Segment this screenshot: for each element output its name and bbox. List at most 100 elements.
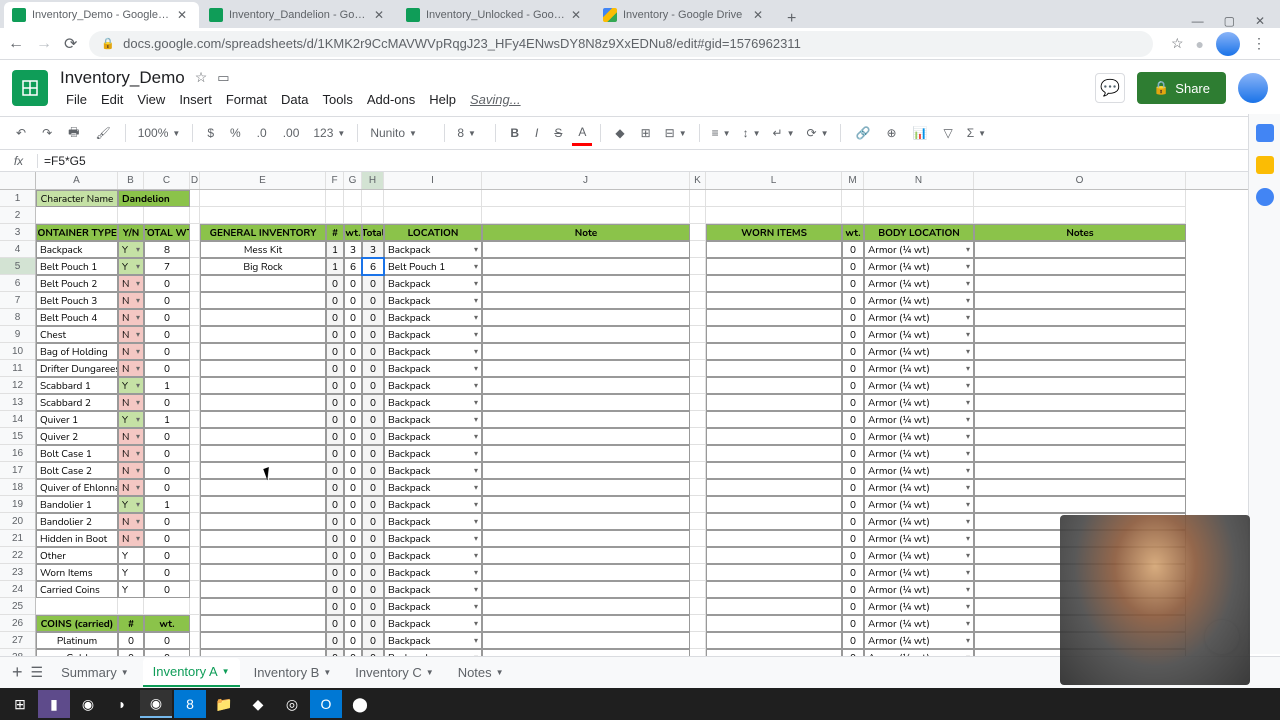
- cell[interactable]: 0: [344, 445, 362, 462]
- profile-avatar-icon[interactable]: [1216, 32, 1240, 56]
- row-header[interactable]: 24: [0, 581, 35, 598]
- cell[interactable]: 0: [326, 496, 344, 513]
- menu-tools[interactable]: Tools: [316, 90, 358, 109]
- percent-button[interactable]: %: [224, 122, 247, 144]
- cell[interactable]: Bolt Case 1: [36, 445, 118, 462]
- cell[interactable]: [200, 564, 326, 581]
- row-header[interactable]: 1: [0, 190, 35, 207]
- cell[interactable]: 0: [842, 513, 864, 530]
- cell[interactable]: 0: [362, 411, 384, 428]
- cell[interactable]: 0: [326, 292, 344, 309]
- outlook-icon[interactable]: O: [310, 690, 342, 718]
- cell[interactable]: LOCATION: [384, 224, 482, 241]
- cell[interactable]: [482, 581, 690, 598]
- cell[interactable]: 7: [144, 258, 190, 275]
- row-header[interactable]: 6: [0, 275, 35, 292]
- more-formats-button[interactable]: 123▼: [309, 124, 349, 142]
- cell[interactable]: [190, 360, 200, 377]
- row-header[interactable]: 8: [0, 309, 35, 326]
- cell[interactable]: Armor (¼ wt): [864, 581, 974, 598]
- cell[interactable]: [690, 411, 706, 428]
- fill-color-button[interactable]: ◆: [609, 122, 630, 144]
- cell[interactable]: [690, 462, 706, 479]
- cell[interactable]: [864, 207, 974, 224]
- cell[interactable]: [190, 513, 200, 530]
- cell[interactable]: 0: [144, 479, 190, 496]
- cell[interactable]: Bag of Holding: [36, 343, 118, 360]
- select-all-corner[interactable]: [0, 172, 36, 189]
- functions-button[interactable]: Σ▼: [963, 124, 990, 142]
- cell[interactable]: [482, 309, 690, 326]
- cell[interactable]: 0: [344, 564, 362, 581]
- cell[interactable]: [974, 207, 1186, 224]
- cell[interactable]: [190, 377, 200, 394]
- move-icon[interactable]: ▭: [217, 70, 229, 86]
- cell[interactable]: [842, 190, 864, 207]
- cell[interactable]: [974, 377, 1186, 394]
- cell[interactable]: [482, 377, 690, 394]
- cell[interactable]: GENERAL INVENTORY: [200, 224, 326, 241]
- cell[interactable]: Character Name: [36, 190, 118, 207]
- cell[interactable]: [690, 530, 706, 547]
- cell[interactable]: 0: [144, 428, 190, 445]
- cell[interactable]: [200, 479, 326, 496]
- cell[interactable]: [200, 598, 326, 615]
- cell[interactable]: [482, 275, 690, 292]
- v-align-button[interactable]: ↕▼: [739, 124, 765, 142]
- comment-button[interactable]: ⊕: [880, 122, 902, 144]
- cell[interactable]: 0: [144, 445, 190, 462]
- cell[interactable]: [482, 513, 690, 530]
- cell[interactable]: 0: [326, 547, 344, 564]
- cell[interactable]: 0: [362, 292, 384, 309]
- cell[interactable]: 0: [842, 598, 864, 615]
- cell[interactable]: 0: [842, 428, 864, 445]
- cell[interactable]: [690, 309, 706, 326]
- increase-decimal-button[interactable]: .00: [277, 122, 306, 144]
- col-header[interactable]: B: [118, 172, 144, 189]
- cell[interactable]: [690, 428, 706, 445]
- cell[interactable]: [482, 598, 690, 615]
- cell[interactable]: 0: [344, 343, 362, 360]
- cell[interactable]: 0: [344, 428, 362, 445]
- cell[interactable]: [200, 513, 326, 530]
- sheet-tab[interactable]: Inventory B ▼: [244, 658, 342, 687]
- cell[interactable]: [190, 275, 200, 292]
- cell[interactable]: [190, 190, 200, 207]
- cell[interactable]: Armor (¼ wt): [864, 241, 974, 258]
- cell[interactable]: Other: [36, 547, 118, 564]
- cell[interactable]: [144, 598, 190, 615]
- cell[interactable]: 0: [344, 513, 362, 530]
- cell[interactable]: 0: [842, 309, 864, 326]
- bold-button[interactable]: B: [504, 122, 525, 144]
- sheets-logo-icon[interactable]: [12, 70, 48, 106]
- row-header[interactable]: 10: [0, 343, 35, 360]
- cell[interactable]: [190, 564, 200, 581]
- cell[interactable]: [706, 343, 842, 360]
- cell[interactable]: N: [118, 445, 144, 462]
- cell[interactable]: Quiver 1: [36, 411, 118, 428]
- steam-icon[interactable]: ◗: [106, 690, 138, 718]
- cell[interactable]: [200, 360, 326, 377]
- cell[interactable]: 0: [144, 530, 190, 547]
- cell[interactable]: N: [118, 275, 144, 292]
- cell[interactable]: Backpack: [384, 530, 482, 547]
- cell[interactable]: [144, 207, 190, 224]
- cell[interactable]: [690, 632, 706, 649]
- cell[interactable]: [200, 462, 326, 479]
- cell[interactable]: Armor (¼ wt): [864, 360, 974, 377]
- col-header[interactable]: D: [190, 172, 200, 189]
- cell[interactable]: 0: [144, 309, 190, 326]
- cell[interactable]: Backpack: [384, 394, 482, 411]
- print-button[interactable]: 🖶: [62, 119, 85, 148]
- cell[interactable]: Armor (¼ wt): [864, 462, 974, 479]
- cell[interactable]: 0: [842, 360, 864, 377]
- col-header[interactable]: H: [362, 172, 384, 189]
- cell[interactable]: 0: [362, 547, 384, 564]
- menu-format[interactable]: Format: [220, 90, 273, 109]
- cell[interactable]: Y: [118, 411, 144, 428]
- add-sheet-button[interactable]: +: [12, 662, 23, 683]
- cell[interactable]: 0: [326, 428, 344, 445]
- cell[interactable]: [706, 598, 842, 615]
- filter-button[interactable]: ▽: [937, 122, 958, 144]
- cell[interactable]: N: [118, 309, 144, 326]
